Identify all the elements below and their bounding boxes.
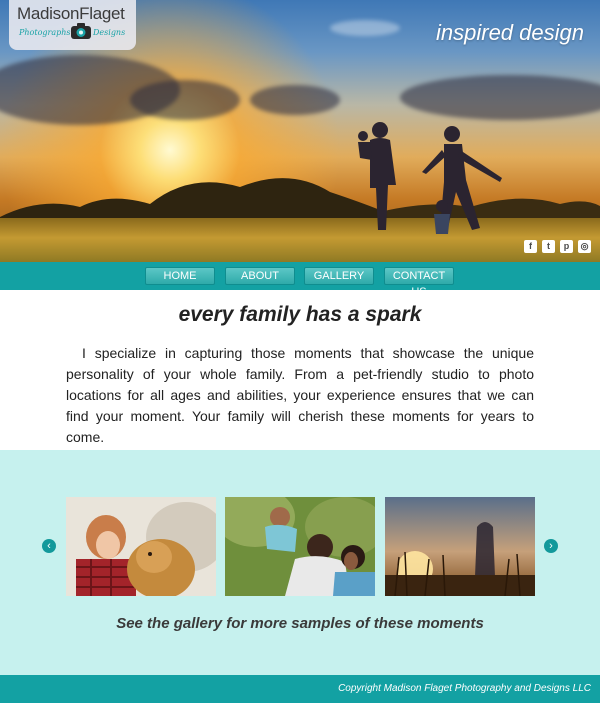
copyright-text: Copyright Madison Flaget Photography and…: [338, 683, 591, 694]
nav-about-button[interactable]: ABOUT: [225, 267, 295, 285]
brand-logo[interactable]: MadisonFlaget Photographs Designs: [9, 0, 136, 50]
gallery-section: ‹ › See the gallery for more samples of …: [0, 450, 600, 675]
nav-gallery-button[interactable]: GALLERY: [304, 267, 374, 285]
brand-sub-right: Designs: [93, 28, 126, 37]
instagram-icon[interactable]: ◎: [578, 240, 591, 253]
cloud-shape: [330, 20, 400, 36]
gallery-photo-sunset-couple[interactable]: [385, 497, 535, 596]
footer: Copyright Madison Flaget Photography and…: [0, 675, 600, 703]
social-links: f t p ◎: [524, 240, 591, 253]
gallery-photo-parents-baby[interactable]: [225, 497, 375, 596]
tagline: inspired design: [436, 20, 584, 45]
nav-contact-button[interactable]: CONTACT US: [384, 267, 454, 298]
gallery-photo-girl-dog[interactable]: [66, 497, 216, 596]
cloud-shape: [250, 85, 340, 115]
gallery-caption: See the gallery for more samples of thes…: [116, 615, 484, 632]
intro-heading: every family has a spark: [178, 303, 422, 326]
cloud-shape: [130, 80, 240, 120]
gallery-prev-button[interactable]: ‹: [42, 539, 56, 553]
family-silhouette: [358, 122, 502, 234]
main-nav: HOME ABOUT GALLERY CONTACT US: [0, 262, 600, 298]
intro-paragraph: I specialize in capturing those moments …: [66, 345, 534, 445]
twitter-icon[interactable]: t: [542, 240, 555, 253]
gallery-next-button[interactable]: ›: [544, 539, 558, 553]
pinterest-icon[interactable]: p: [560, 240, 573, 253]
nav-home-button[interactable]: HOME: [145, 267, 215, 285]
brand-name: MadisonFlaget: [17, 4, 125, 23]
camera-icon: [71, 23, 91, 39]
facebook-icon[interactable]: f: [524, 240, 537, 253]
brand-sub-left: Photographs: [19, 28, 71, 37]
hero-banner: MadisonFlaget Photographs Designs inspir…: [0, 0, 600, 262]
